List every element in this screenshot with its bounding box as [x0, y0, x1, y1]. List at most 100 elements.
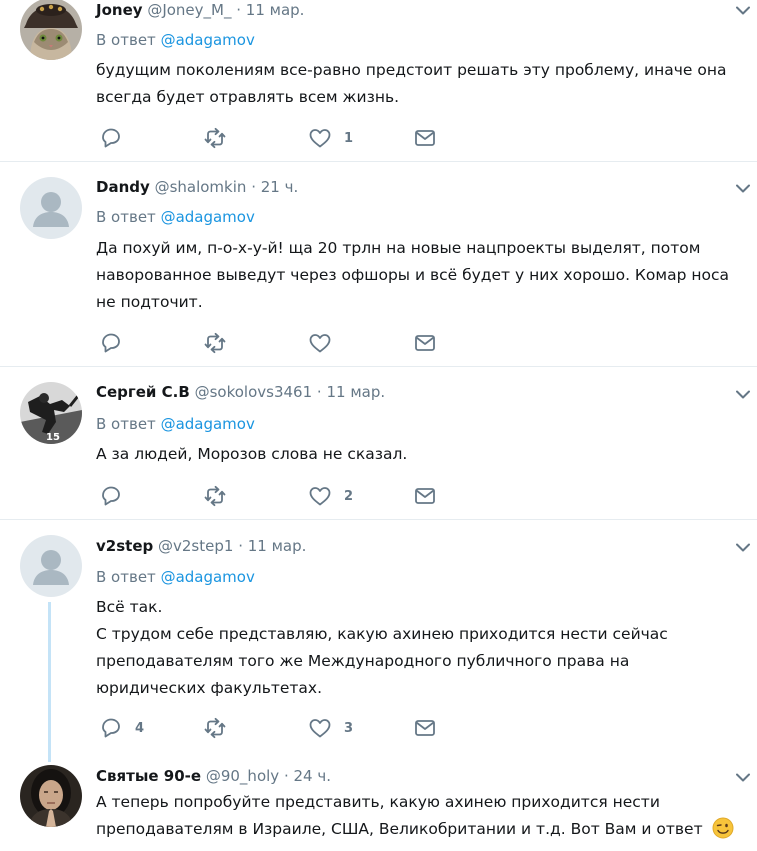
user-display-name[interactable]: Joney [96, 1, 143, 19]
reply-icon [102, 333, 120, 353]
tweet-text-line: наворованное выведут через офшоры и всё … [96, 266, 730, 284]
tweet-item[interactable]: Святые 90-е @90_holy · 24 ч. А теперь по… [0, 752, 757, 851]
envelope-icon [415, 488, 435, 504]
reply-to-link[interactable]: @adagamov [161, 208, 255, 226]
avatar[interactable]: 15 [20, 382, 82, 444]
envelope-icon [415, 720, 435, 736]
tweet-text-line: юридических факультетах. [96, 679, 323, 697]
tweet-timestamp[interactable]: 11 мар. [326, 383, 385, 401]
tweet-text-line: А за людей, Морозов слова не сказал. [96, 445, 408, 463]
like-button[interactable]: 1 [308, 127, 353, 149]
tweet-text: А за людей, Морозов слова не сказал. [96, 441, 736, 468]
direct-message-button[interactable] [413, 332, 437, 354]
reply-icon [102, 128, 120, 148]
tweet-text: Да похуй им, п-о-х-у-й! ща 20 трлн на но… [96, 235, 736, 316]
tweet-text-line: преподавателям в Израиле, США, Великобри… [96, 820, 703, 838]
tweet-text: А теперь попробуйте представить, какую а… [96, 789, 736, 843]
tweet-text-line: будущим поколениям все-равно предстоит р… [96, 61, 727, 79]
tweet-text-line-with-emoji: преподавателям в Израиле, США, Великобри… [96, 816, 736, 843]
reply-count: 4 [135, 720, 145, 736]
user-handle[interactable]: @v2step1 [158, 537, 233, 555]
retweet-icon [204, 127, 226, 149]
tweet-text-line: А теперь попробуйте представить, какую а… [96, 793, 660, 811]
tweet-timestamp[interactable]: 11 мар. [246, 1, 305, 19]
user-display-name[interactable]: Сергей С.В [96, 383, 190, 401]
tweet-text: будущим поколениям все-равно предстоит р… [96, 57, 736, 111]
avatar[interactable] [20, 535, 82, 597]
tweet-timestamp[interactable]: 24 ч. [294, 767, 332, 785]
reply-to-link[interactable]: @adagamov [161, 415, 255, 433]
reply-button[interactable]: 4 [99, 717, 144, 739]
tweet-item[interactable]: Joney @Joney_M_ · 11 мар. В ответ @adaga… [0, 0, 757, 162]
retweet-button[interactable] [203, 332, 227, 354]
tweet-item[interactable]: 15 Сергей С.В @sokolovs3461 · 11 мар. В … [0, 367, 757, 520]
tweet-text-line: не подточит. [96, 293, 203, 311]
chevron-down-icon[interactable] [736, 773, 750, 783]
tweet-item[interactable]: Dandy @shalomkin · 21 ч. В ответ @adagam… [0, 162, 757, 367]
chevron-down-icon[interactable] [736, 6, 750, 16]
direct-message-button[interactable] [413, 127, 437, 149]
like-button[interactable]: 3 [308, 717, 353, 739]
user-display-name[interactable]: Святые 90-е [96, 767, 201, 785]
tweet-text-line: Всё так. [96, 598, 163, 616]
reply-context: В ответ @adagamov [96, 207, 255, 227]
tweet-text: Всё так. С трудом себе представляю, каку… [96, 594, 736, 702]
chevron-down-icon[interactable] [736, 390, 750, 400]
tweet-item[interactable]: v2step @v2step1 · 11 мар. В ответ @adaga… [0, 520, 757, 752]
reply-to-link[interactable]: @adagamov [161, 31, 255, 49]
heart-icon [309, 334, 331, 353]
reply-button[interactable] [99, 127, 123, 149]
heart-icon [309, 719, 331, 738]
retweet-icon [204, 717, 226, 739]
reply-button[interactable] [99, 332, 123, 354]
avatar[interactable] [20, 765, 82, 827]
reply-prefix: В ответ [96, 31, 156, 49]
like-count: 3 [344, 720, 354, 736]
reply-icon [102, 718, 120, 738]
reply-context: В ответ @adagamov [96, 567, 255, 587]
user-handle[interactable]: @90_holy [206, 767, 279, 785]
tweet-header: Святые 90-е @90_holy · 24 ч. [96, 767, 332, 785]
like-count: 1 [344, 130, 354, 146]
winking-face-emoji-icon [712, 817, 734, 839]
tweet-header: Dandy @shalomkin · 21 ч. [96, 178, 299, 196]
tweet-timestamp[interactable]: 21 ч. [261, 178, 299, 196]
envelope-icon [415, 335, 435, 351]
direct-message-button[interactable] [413, 717, 437, 739]
direct-message-button[interactable] [413, 485, 437, 507]
like-count: 2 [344, 488, 354, 504]
like-button[interactable] [308, 332, 332, 354]
chevron-down-icon[interactable] [736, 543, 750, 553]
retweet-button[interactable] [203, 717, 227, 739]
user-handle[interactable]: @Joney_M_ [147, 1, 231, 19]
tweet-header: Joney @Joney_M_ · 11 мар. [96, 1, 305, 19]
user-handle[interactable]: @sokolovs3461 [195, 383, 313, 401]
retweet-icon [204, 332, 226, 354]
tweet-header: Сергей С.В @sokolovs3461 · 11 мар. [96, 383, 386, 401]
chevron-down-icon[interactable] [736, 184, 750, 194]
tweet-text-line: Да похуй им, п-о-х-у-й! ща 20 трлн на но… [96, 239, 701, 257]
reply-to-link[interactable]: @adagamov [161, 568, 255, 586]
reply-prefix: В ответ [96, 208, 156, 226]
heart-icon [309, 487, 331, 506]
tweet-timestamp[interactable]: 11 мар. [248, 537, 307, 555]
reply-prefix: В ответ [96, 415, 156, 433]
avatar[interactable] [20, 177, 82, 239]
retweet-button[interactable] [203, 485, 227, 507]
reply-icon [102, 486, 120, 506]
user-handle[interactable]: @shalomkin [155, 178, 247, 196]
retweet-button[interactable] [203, 127, 227, 149]
tweet-text-line: всегда будет отравлять всем жизнь. [96, 88, 400, 106]
user-display-name[interactable]: Dandy [96, 178, 150, 196]
heart-icon [309, 129, 331, 148]
user-display-name[interactable]: v2step [96, 537, 153, 555]
tweet-header: v2step @v2step1 · 11 мар. [96, 537, 307, 555]
tweet-text-line: С трудом себе представляю, какую ахинею … [96, 625, 668, 643]
reply-button[interactable] [99, 485, 123, 507]
svg-text:15: 15 [46, 432, 60, 443]
reply-context: В ответ @adagamov [96, 414, 255, 434]
avatar[interactable] [20, 0, 82, 60]
retweet-icon [204, 485, 226, 507]
like-button[interactable]: 2 [308, 485, 353, 507]
reply-prefix: В ответ [96, 568, 156, 586]
